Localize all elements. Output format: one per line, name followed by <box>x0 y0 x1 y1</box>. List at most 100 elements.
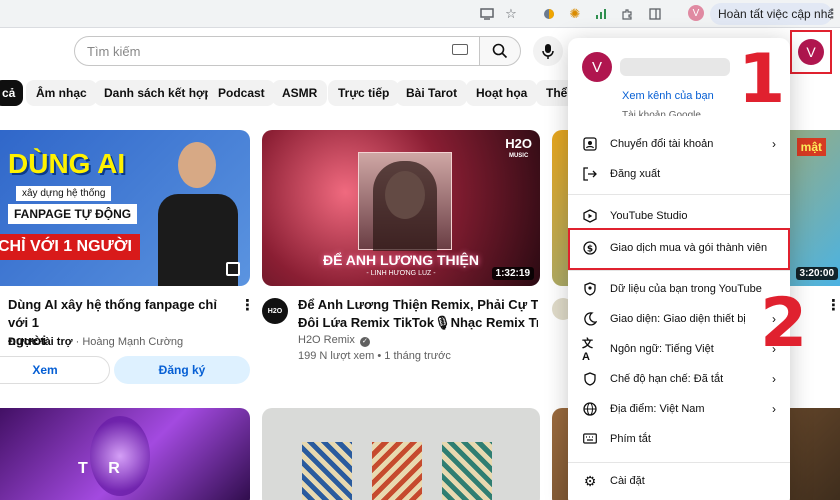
h2o-logo: H2O MUSIC <box>505 136 532 162</box>
menu-item-label: YouTube Studio <box>610 210 688 222</box>
account-avatar-button[interactable]: V <box>790 30 832 74</box>
menu-item-label: Đăng xuất <box>610 168 661 180</box>
voice-search-button[interactable] <box>533 36 563 66</box>
video-title-2-line1: Để Anh Lương Thiện Remix, Phải Cự Tuyệt <box>298 297 538 312</box>
search-button[interactable] <box>479 36 521 66</box>
menu-item-label: Chế độ hạn chế: Đã tắt <box>610 373 724 385</box>
video-title-2-line2: Đôi Lứa Remix TikTok🎙Nhạc Remix Triệ... <box>298 315 538 330</box>
extension-icon-1[interactable] <box>540 5 558 23</box>
video-thumbnail-2[interactable]: H2O MUSIC ĐỂ ANH LƯƠNG THIỆN - LINH HƯƠN… <box>262 130 540 286</box>
shield-person-icon <box>582 281 598 297</box>
menu-divider <box>568 270 790 271</box>
menu-item-restricted-mode[interactable]: Chế độ hạn chế: Đã tắt › <box>568 364 790 394</box>
video-2-age: 1 tháng trước <box>384 350 451 362</box>
keyboard-icon[interactable] <box>452 44 468 55</box>
globe-icon <box>582 401 598 417</box>
moon-icon <box>582 311 598 327</box>
view-channel-link[interactable]: Xem kênh của bạn <box>622 90 714 102</box>
extension-icon-3[interactable] <box>592 5 610 23</box>
video-2-views: 199 N lượt xem <box>298 350 375 362</box>
chip-tarot[interactable]: Bài Tarot <box>396 80 468 106</box>
extension-icon-2[interactable]: ✺ <box>566 5 584 23</box>
menu-item-label: Phím tắt <box>610 433 651 445</box>
browser-toolbar: ☆ ✺ V Hoàn tất việc cập nhật ⋮ <box>0 0 840 28</box>
video-2-channel[interactable]: H2O Remix <box>298 334 355 346</box>
video-1-more-icon[interactable]: ⋮ <box>240 296 255 314</box>
chip-music[interactable]: Âm nhạc <box>26 80 97 106</box>
side-panel-icon[interactable] <box>646 5 664 23</box>
chip-all[interactable]: cả <box>0 80 24 106</box>
video-thumbnail-1[interactable]: DÙNG AI xây dựng hệ thống FANPAGE TỰ ĐỘN… <box>0 130 250 286</box>
gear-icon: ⚙ <box>583 472 597 489</box>
chip-podcast[interactable]: Podcast <box>208 80 275 106</box>
menu-item-label: Cài đặt <box>610 475 645 487</box>
step-number-1: 1 <box>738 40 786 119</box>
video-title-2[interactable]: Để Anh Lương Thiện Remix, Phải Cự Tuyệt … <box>298 296 538 332</box>
menu-item-switch-account[interactable]: Chuyển đổi tài khoản › <box>568 129 790 159</box>
microphone-icon <box>542 44 554 59</box>
chip-asmr[interactable]: ASMR <box>272 80 328 106</box>
tile-pattern-1 <box>302 442 352 500</box>
menu-item-sign-out[interactable]: Đăng xuất <box>568 159 790 189</box>
highlight-box-purchases <box>568 228 790 270</box>
tile-pattern-3 <box>442 442 492 500</box>
screenshot: ☆ ✺ V Hoàn tất việc cập nhật ⋮ Tìm kiếm … <box>0 0 840 500</box>
menu-item-label: Địa điểm: Việt Nam <box>610 403 705 415</box>
browser-profile-avatar[interactable]: V <box>688 5 704 21</box>
video-3-duration: 3:20:00 <box>795 267 838 280</box>
chevron-right-icon: › <box>772 402 776 416</box>
sign-out-icon <box>582 166 598 182</box>
browser-menu-icon[interactable]: ⋮ <box>826 5 839 23</box>
studio-play-icon <box>582 208 598 224</box>
video-1-meta: Được tài trợ · Hoàng Mạnh Cường <box>8 336 184 348</box>
extensions-puzzle-icon[interactable] <box>618 5 636 23</box>
video-title-1-line1: Dùng AI xây hệ thống fanpage chỉ với 1 <box>8 297 217 330</box>
sponsored-label: Được tài trợ <box>8 336 73 348</box>
update-browser-button[interactable]: Hoàn tất việc cập nhật <box>710 3 832 25</box>
h2o-logo-text: H2O <box>505 136 532 151</box>
thumb-letters: T R <box>78 460 128 477</box>
character-image <box>90 416 150 496</box>
chip-live[interactable]: Trực tiếp <box>328 80 400 106</box>
screen-cast-icon[interactable] <box>478 5 496 23</box>
bookmark-star-icon[interactable]: ☆ <box>502 5 520 23</box>
channel-avatar-h2o[interactable]: H2O <box>262 298 288 324</box>
video-2-stats: 199 N lượt xem • 1 tháng trước <box>298 350 451 362</box>
menu-item-label: Ngôn ngữ: Tiếng Việt <box>610 343 714 355</box>
menu-divider <box>568 462 790 463</box>
chip-mixes[interactable]: Danh sách kết hợp <box>94 80 222 106</box>
menu-item-language[interactable]: 文A Ngôn ngữ: Tiếng Việt › <box>568 334 790 364</box>
verified-icon: ✓ <box>359 337 370 347</box>
video-thumbnail-5[interactable] <box>262 408 540 500</box>
subscribe-button[interactable]: Đăng ký <box>114 356 250 384</box>
menu-item-location[interactable]: Địa điểm: Việt Nam › <box>568 394 790 424</box>
external-link-icon[interactable] <box>226 262 240 276</box>
video-1-channel[interactable]: Hoàng Mạnh Cường <box>82 336 183 348</box>
translate-icon: 文A <box>582 338 593 363</box>
google-account-item[interactable]: Tài khoản Google <box>622 110 701 116</box>
thumb-title-2: xây dựng hệ thống <box>16 186 112 201</box>
video-thumbnail-4[interactable]: T R <box>0 408 250 500</box>
menu-item-keyboard-shortcuts[interactable]: Phím tắt <box>568 424 790 454</box>
menu-item-label: Chuyển đổi tài khoản <box>610 138 714 150</box>
menu-avatar: V <box>582 52 612 82</box>
thumb-song-title: ĐỂ ANH LƯƠNG THIỆN <box>322 252 480 268</box>
account-name-blurred <box>620 58 730 76</box>
menu-item-your-data[interactable]: Dữ liệu của bạn trong YouTube <box>568 274 790 304</box>
menu-item-youtube-studio[interactable]: YouTube Studio <box>568 201 790 231</box>
video-2-duration: 1:32:19 <box>491 267 534 280</box>
video-2-channel-row: H2O Remix ✓ <box>298 334 370 347</box>
thumb-text-3: mật <box>796 138 826 156</box>
menu-item-settings[interactable]: ⚙ Cài đặt <box>568 466 790 496</box>
thumb-title-3: FANPAGE TỰ ĐỘNG <box>8 204 138 224</box>
presenter-image <box>158 138 238 286</box>
video-3-more-icon[interactable]: ⋮ <box>826 296 840 314</box>
menu-divider <box>568 194 790 195</box>
watch-button[interactable]: Xem <box>0 356 110 384</box>
avatar: V <box>798 39 824 65</box>
step-number-2: 2 <box>760 284 808 363</box>
menu-item-appearance[interactable]: Giao diện: Giao diện thiết bị › <box>568 304 790 334</box>
search-input[interactable]: Tìm kiếm <box>74 36 480 66</box>
thumb-title-4: CHỈ VỚI 1 NGƯỜI <box>0 234 140 260</box>
chip-animation[interactable]: Hoạt họa <box>466 80 538 106</box>
